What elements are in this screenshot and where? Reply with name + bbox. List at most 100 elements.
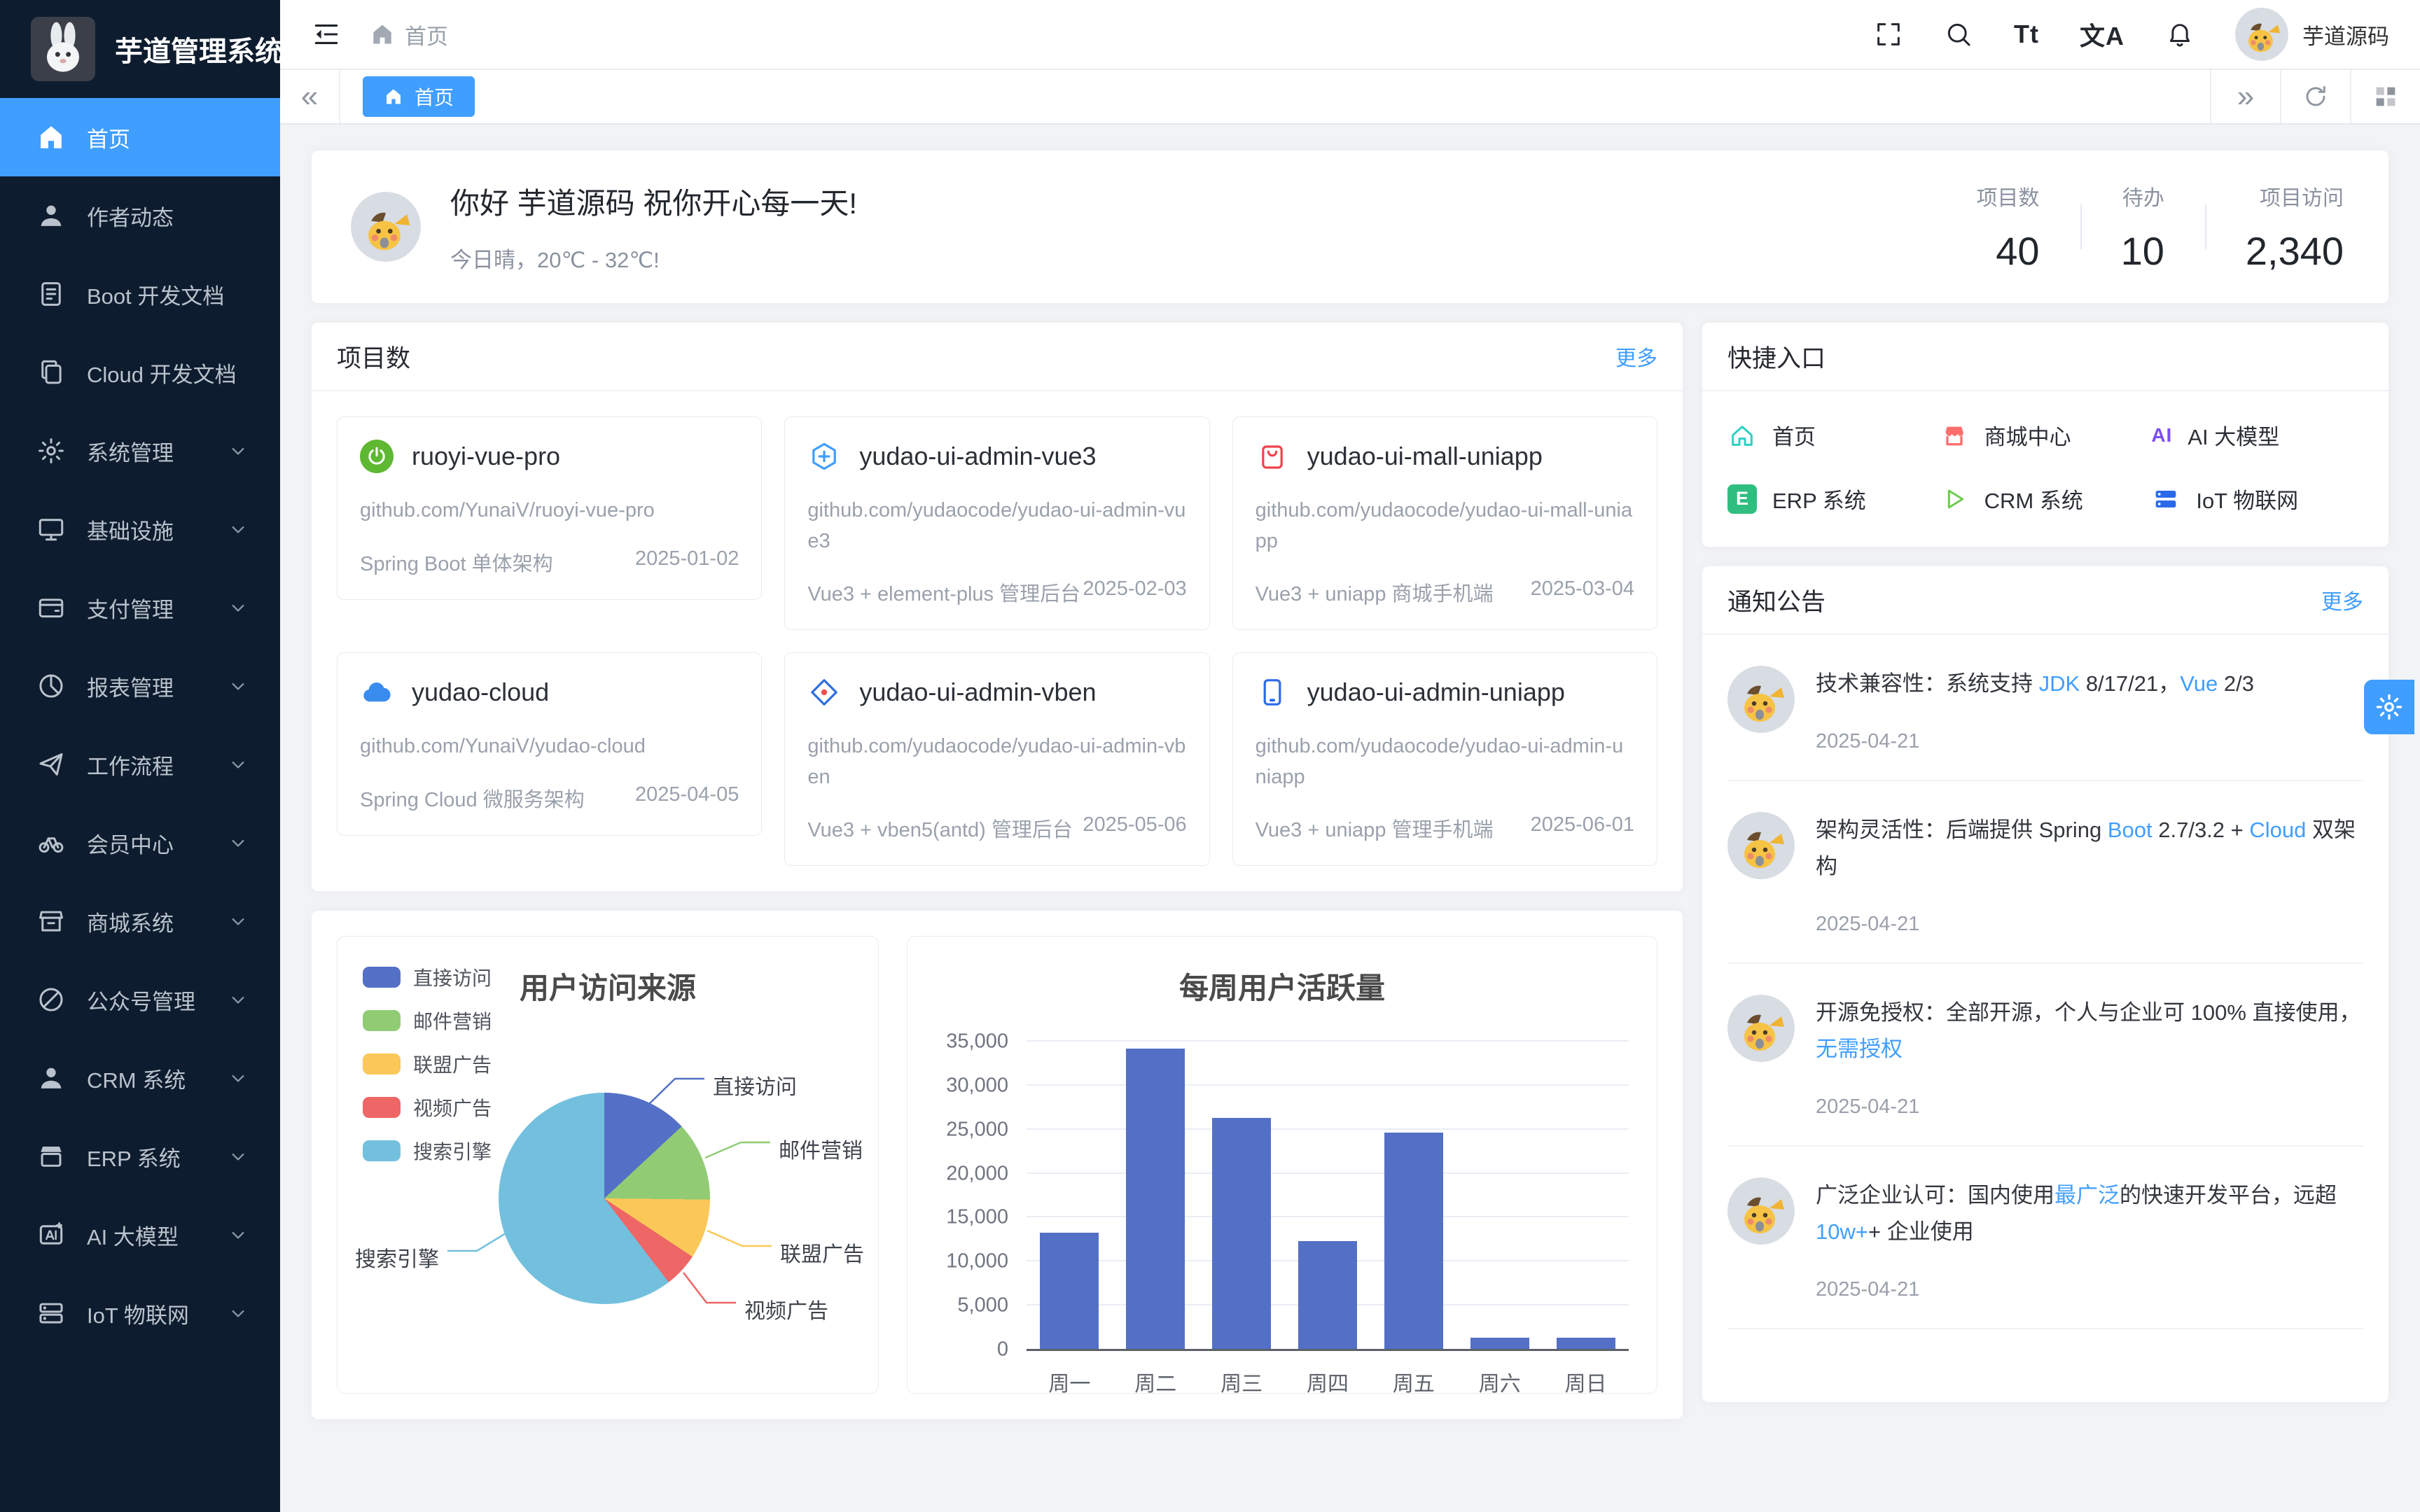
- projects-title: 项目数: [337, 339, 410, 374]
- project-card-yudao-cloud[interactable]: yudao-cloudgithub.com/YunaiV/yudao-cloud…: [337, 652, 762, 836]
- notice-link[interactable]: Cloud: [2249, 818, 2306, 842]
- project-name: yudao-ui-admin-vben: [859, 678, 1096, 707]
- sidebar-item-author-news[interactable]: 作者动态: [0, 176, 280, 255]
- collapse-sidebar-icon[interactable]: [311, 19, 342, 50]
- language-icon[interactable]: 文A: [2080, 18, 2125, 50]
- bar-周四[interactable]: [1298, 1241, 1357, 1350]
- shortcut-AI 大模型[interactable]: AIAI 大模型: [2151, 419, 2363, 451]
- bar-chart-plot[interactable]: 05,00010,00015,00020,00025,00030,00035,0…: [1027, 1042, 1629, 1350]
- notice-link[interactable]: 最广泛: [2054, 1183, 2120, 1208]
- bar-周六[interactable]: [1470, 1338, 1529, 1350]
- chevron-down-icon: [227, 518, 249, 540]
- x-axis-label: 周三: [1199, 1366, 1285, 1397]
- tab-actions-grid-icon[interactable]: [2350, 70, 2420, 123]
- welcome-stat-1: 待办10: [2080, 181, 2205, 274]
- notice-link[interactable]: 10w+: [1816, 1219, 1868, 1244]
- project-repo-link[interactable]: github.com/yudaocode/yudao-ui-admin-unia…: [1256, 732, 1634, 792]
- notice-link[interactable]: Vue: [2180, 671, 2218, 696]
- pie-callout-line: [705, 1142, 770, 1158]
- notice-date: 2025-04-21: [1816, 913, 2363, 936]
- y-axis-tick: 25,000: [946, 1118, 1008, 1141]
- chevron-down-icon: [227, 596, 249, 619]
- notice-body: 广泛企业认可：国内使用最广泛的快速开发平台，远超 10w++ 企业使用2025-…: [1816, 1177, 2363, 1301]
- project-repo-link[interactable]: github.com/yudaocode/yudao-ui-mall-uniap…: [1256, 496, 1634, 556]
- projects-more-link[interactable]: 更多: [1615, 341, 1657, 372]
- sidebar-item-report[interactable]: 报表管理: [0, 647, 280, 725]
- app-title: 芋道管理系统: [115, 29, 283, 69]
- sidebar-item-system[interactable]: 系统管理: [0, 412, 280, 490]
- chevron-down-icon: [227, 832, 249, 854]
- sidebar-item-crm[interactable]: CRM 系统: [0, 1039, 280, 1117]
- shortcut-label: IoT 物联网: [2196, 483, 2298, 514]
- pie-callout-line: [683, 1273, 736, 1303]
- project-card-yudao-ui-admin-vue3[interactable]: yudao-ui-admin-vue3github.com/yudaocode/…: [784, 416, 1209, 630]
- shortcut-label: 首页: [1772, 419, 1816, 451]
- sidebar-item-infrastructure[interactable]: 基础设施: [0, 490, 280, 568]
- project-meta: Vue3 + uniapp 管理手机端2025-06-01: [1256, 813, 1634, 843]
- shortcut-商城中心[interactable]: 商城中心: [1940, 419, 2152, 451]
- notice-item-0[interactable]: 技术兼容性：系统支持 JDK 8/17/21，Vue 2/32025-04-21: [1727, 635, 2363, 781]
- sidebar-item-erp[interactable]: ERP 系统: [0, 1117, 280, 1196]
- tab-home[interactable]: 首页: [363, 76, 475, 117]
- sidebar-item-home[interactable]: 首页: [0, 98, 280, 176]
- project-card-yudao-ui-admin-vben[interactable]: yudao-ui-admin-vben github.com/yudaocode/…: [784, 652, 1209, 866]
- project-repo-link[interactable]: github.com/YunaiV/ruoyi-vue-pro: [360, 496, 739, 526]
- store-icon: [36, 1142, 66, 1171]
- sidebar-item-workflow[interactable]: 工作流程: [0, 725, 280, 804]
- document-icon: [36, 279, 66, 309]
- tabs-scroll-left-icon[interactable]: «: [280, 70, 340, 123]
- search-icon[interactable]: [1944, 18, 1973, 50]
- settings-fab-button[interactable]: [2364, 680, 2414, 734]
- notices-card-header: 通知公告 更多: [1702, 566, 2388, 635]
- project-card-yudao-ui-mall-uniapp[interactable]: yudao-ui-mall-uniappgithub.com/yudaocode…: [1232, 416, 1657, 630]
- project-title-row: yudao-ui-admin-vben: [807, 676, 1186, 709]
- notice-link[interactable]: Boot: [2108, 818, 2153, 842]
- sidebar-item-label: CRM 系统: [87, 1063, 186, 1094]
- stat-value: 40: [1977, 228, 2040, 274]
- project-repo-link[interactable]: github.com/YunaiV/yudao-cloud: [360, 732, 739, 762]
- sidebar-item-label: 商城系统: [87, 906, 174, 937]
- font-size-icon[interactable]: Tt: [2014, 18, 2039, 50]
- topbar-left: 首页: [311, 19, 448, 50]
- bar-周二[interactable]: [1126, 1049, 1185, 1350]
- bar-周日[interactable]: [1557, 1338, 1615, 1350]
- shortcut-首页[interactable]: 首页: [1727, 419, 1940, 451]
- shortcut-IoT 物联网[interactable]: IoT 物联网: [2151, 483, 2363, 514]
- project-card-ruoyi-vue-pro[interactable]: ruoyi-vue-pro github.com/YunaiV/ruoyi-vue…: [337, 416, 762, 600]
- project-repo-link[interactable]: github.com/yudaocode/yudao-ui-admin-vben: [807, 732, 1186, 792]
- main-area: 首页 Tt 文A 芋道源码 « 首页 »: [280, 0, 2420, 1512]
- refresh-tab-icon[interactable]: [2280, 70, 2350, 123]
- sidebar-item-cloud-docs[interactable]: Cloud 开发文档: [0, 333, 280, 412]
- sidebar-item-mall[interactable]: 商城系统: [0, 882, 280, 960]
- sidebar-item-payment[interactable]: 支付管理: [0, 568, 280, 647]
- bars: [1027, 1042, 1629, 1350]
- project-card-yudao-ui-admin-uniapp[interactable]: yudao-ui-admin-uniappgithub.com/yudaocod…: [1232, 652, 1657, 866]
- bar-周一[interactable]: [1040, 1233, 1099, 1350]
- shortcut-ERP 系统[interactable]: EERP 系统: [1727, 483, 1940, 514]
- notice-item-3[interactable]: 广泛企业认可：国内使用最广泛的快速开发平台，远超 10w++ 企业使用2025-…: [1727, 1147, 2363, 1329]
- tabs-scroll-right-icon[interactable]: »: [2210, 70, 2280, 123]
- notice-link[interactable]: JDK: [2039, 671, 2080, 696]
- bar-chart-panel: 每周用户活跃量 05,00010,00015,00020,00025,00030…: [907, 936, 1657, 1394]
- project-repo-link[interactable]: github.com/yudaocode/yudao-ui-admin-vue3: [807, 496, 1186, 556]
- x-axis-line: [1027, 1349, 1629, 1351]
- pie-chart-icon: [36, 671, 66, 701]
- bar-周三[interactable]: [1212, 1118, 1271, 1350]
- sidebar-item-mp[interactable]: 公众号管理: [0, 960, 280, 1039]
- bar-周五[interactable]: [1384, 1133, 1443, 1350]
- notices-more-link[interactable]: 更多: [2321, 584, 2363, 615]
- shortcut-CRM 系统[interactable]: CRM 系统: [1940, 483, 2152, 514]
- sidebar-item-boot-docs[interactable]: Boot 开发文档: [0, 255, 280, 333]
- notice-link[interactable]: 无需授权: [1816, 1037, 1903, 1061]
- sidebar-item-iot[interactable]: IoT 物联网: [0, 1274, 280, 1352]
- bell-icon[interactable]: [2165, 18, 2195, 50]
- sidebar-item-ai[interactable]: AI 大模型: [0, 1196, 280, 1274]
- notice-item-2[interactable]: 开源免授权：全部开源，个人与企业可 100% 直接使用，无需授权2025-04-…: [1727, 964, 2363, 1147]
- project-name: ruoyi-vue-pro: [412, 442, 560, 471]
- fullscreen-icon[interactable]: [1874, 18, 1903, 50]
- tab-home-icon: [384, 87, 403, 106]
- bar-slot: [1456, 1042, 1543, 1350]
- notice-item-1[interactable]: 架构灵活性：后端提供 Spring Boot 2.7/3.2 + Cloud 双…: [1727, 781, 2363, 964]
- user-menu[interactable]: 芋道源码: [2235, 8, 2389, 61]
- sidebar-item-member[interactable]: 会员中心: [0, 804, 280, 882]
